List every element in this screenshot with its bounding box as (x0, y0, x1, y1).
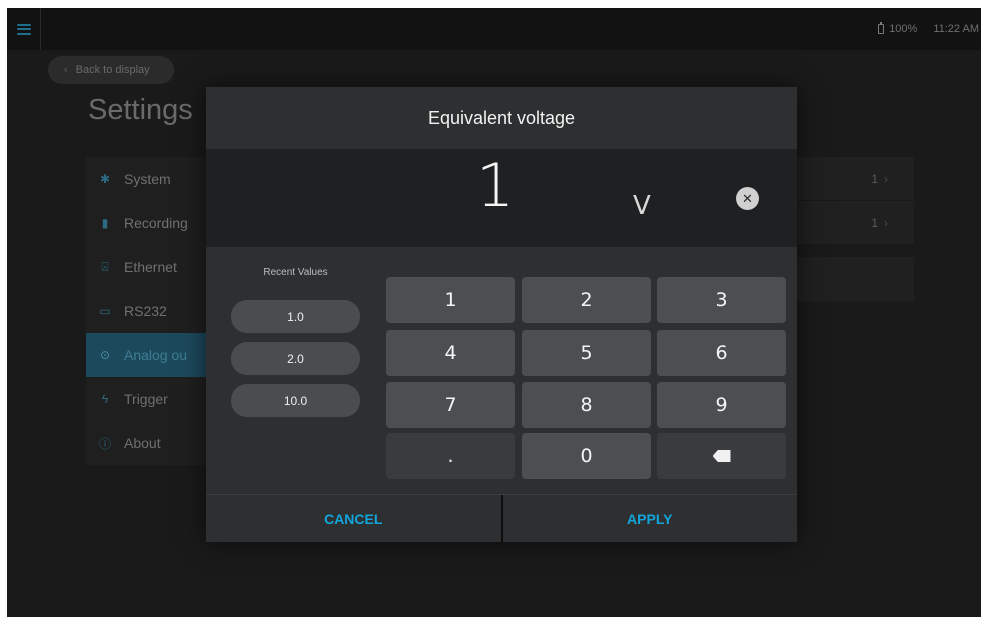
setting-value: 1 (871, 171, 878, 186)
back-label: Back to display (75, 64, 150, 76)
voltage-input-dialog: Equivalent voltage 1 V ✕ Recent Values 1… (206, 87, 797, 542)
nav-item-ethernet[interactable]: ⍓ Ethernet (86, 245, 216, 289)
nav-item-label: About (124, 435, 161, 451)
status-area: 100% 11:22 AM (878, 8, 981, 50)
key-8[interactable]: 8 (522, 382, 651, 428)
key-2[interactable]: 2 (522, 277, 651, 323)
key-1[interactable]: 1 (386, 277, 515, 323)
battery-icon (878, 22, 885, 34)
nav-item-label: Recording (124, 215, 188, 231)
key-decimal[interactable]: . (386, 433, 515, 479)
top-bar: 100% 11:22 AM (7, 8, 981, 50)
clear-icon[interactable]: ✕ (736, 187, 759, 210)
nav-item-system[interactable]: ✱ System (86, 157, 216, 201)
app-screen: 100% 11:22 AM ‹ Back to display Settings… (7, 8, 981, 617)
lightning-icon: ϟ (101, 392, 109, 406)
nav-item-rs232[interactable]: ▭ RS232 (86, 289, 216, 333)
serial-port-icon: ▭ (99, 304, 111, 318)
chevron-right-icon: › (884, 215, 888, 230)
backspace-key[interactable] (657, 433, 786, 479)
key-6[interactable]: 6 (657, 330, 786, 376)
nav-item-label: Ethernet (124, 259, 177, 275)
key-7[interactable]: 7 (386, 382, 515, 428)
nav-item-about[interactable]: ⓘ About (86, 421, 216, 465)
nav-item-recording[interactable]: ▮ Recording (86, 201, 216, 245)
info-icon: ⓘ (98, 436, 111, 451)
unit-label: V (633, 191, 651, 221)
key-4[interactable]: 4 (386, 330, 515, 376)
recent-value-button[interactable]: 1.0 (231, 300, 360, 333)
entered-value: 1 (476, 151, 515, 221)
nav-item-analog-output[interactable]: ⊙ Analog ou (86, 333, 216, 377)
gear-icon: ✱ (99, 172, 111, 186)
key-3[interactable]: 3 (657, 277, 786, 323)
antenna-icon: ⍓ (101, 259, 109, 274)
back-to-display-button[interactable]: ‹ Back to display (48, 56, 174, 84)
apply-button[interactable]: APPLY (503, 495, 798, 542)
cancel-button[interactable]: CANCEL (206, 495, 501, 542)
target-icon: ⊙ (99, 348, 111, 362)
recent-values-label: Recent Values (263, 267, 328, 278)
nav-item-label: Analog ou (124, 347, 188, 363)
nav-item-label: System (124, 171, 171, 187)
dialog-title: Equivalent voltage (427, 107, 576, 128)
nav-item-label: Trigger (124, 391, 168, 407)
page-title: Settings (88, 94, 193, 126)
recent-value-button[interactable]: 2.0 (231, 342, 360, 375)
setting-row[interactable] (796, 257, 914, 303)
nav-item-label: RS232 (124, 303, 167, 319)
key-9[interactable]: 9 (657, 382, 786, 428)
setting-row[interactable]: 1 › (796, 157, 914, 201)
recent-value-button[interactable]: 10.0 (231, 384, 360, 417)
key-5[interactable]: 5 (522, 330, 651, 376)
value-display: 1 V ✕ (206, 149, 797, 247)
clock: 11:22 AM (933, 23, 979, 35)
settings-values-panel: 1 › 1 › (796, 157, 914, 303)
chevron-right-icon: › (884, 171, 888, 186)
chevron-left-icon: ‹ (64, 64, 68, 76)
nav-item-trigger[interactable]: ϟ Trigger (86, 377, 216, 421)
file-icon: ▮ (101, 216, 109, 230)
setting-row[interactable]: 1 › (796, 201, 914, 245)
dialog-footer: CANCEL APPLY (206, 494, 797, 542)
hamburger-icon (16, 23, 31, 35)
setting-value: 1 (871, 215, 878, 230)
key-0[interactable]: 0 (522, 433, 651, 479)
settings-nav: ✱ System ▮ Recording ⍓ Ethernet ▭ RS232 … (86, 157, 216, 465)
backspace-icon (712, 450, 731, 462)
battery-level: 100% (889, 23, 918, 35)
menu-button[interactable] (7, 8, 41, 50)
